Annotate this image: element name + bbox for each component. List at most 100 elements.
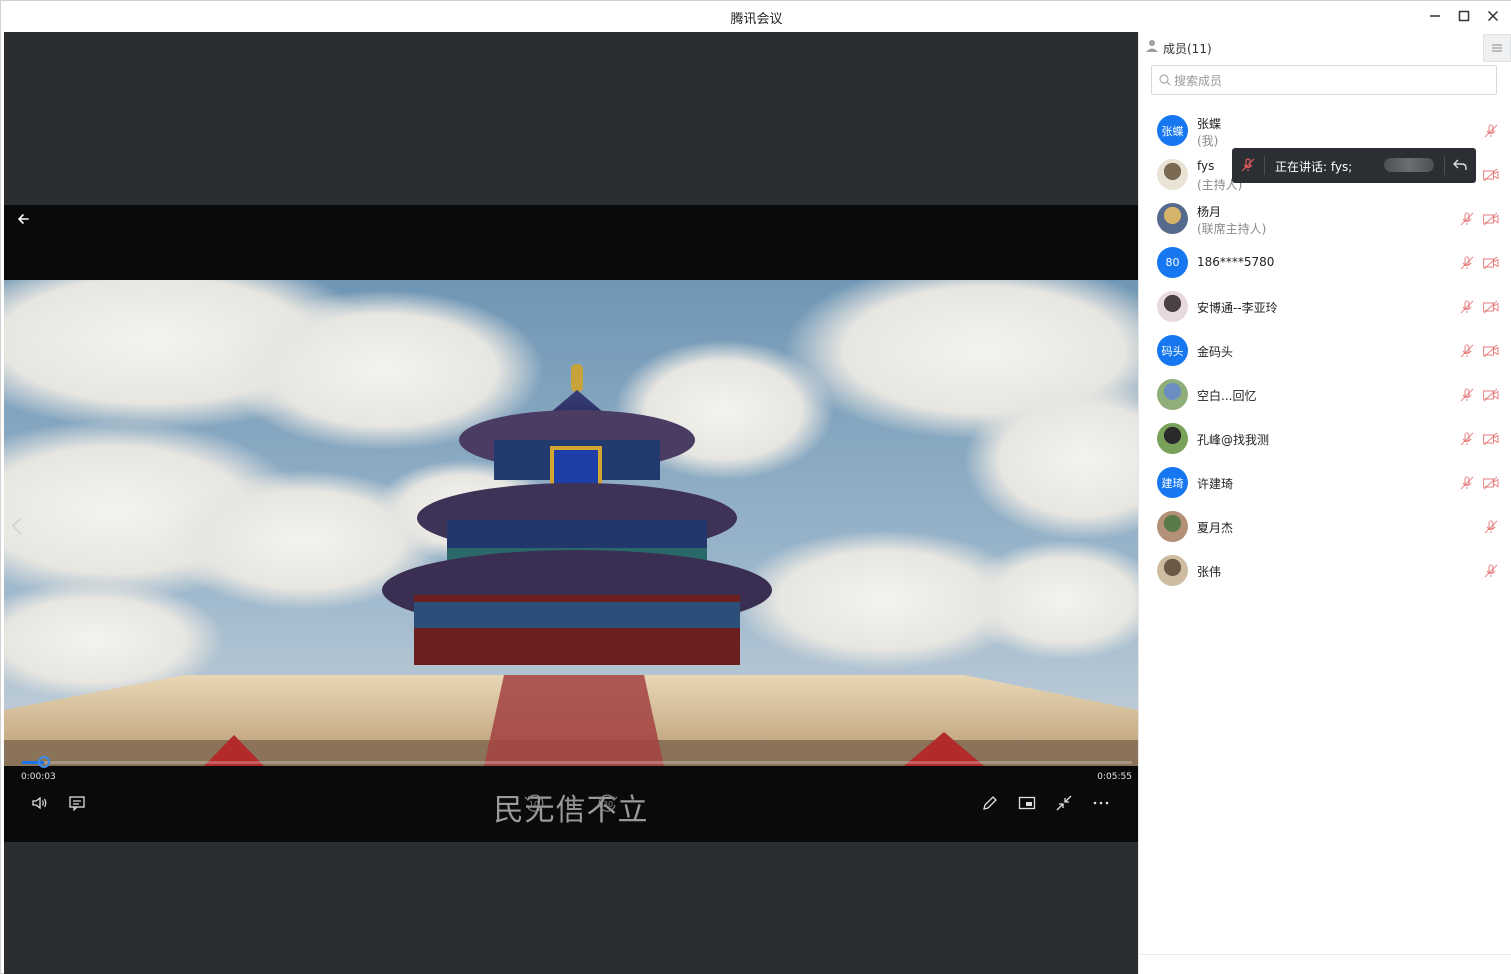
progress-track[interactable]: [22, 756, 1132, 768]
pen-icon: [983, 796, 997, 810]
member-role: (联席主持人): [1197, 222, 1267, 236]
avatar-photo: [1157, 511, 1188, 542]
player-controls-bar: 0:00:03 0:05:55 民无信不立 10 30: [4, 756, 1138, 842]
search-icon: [1159, 74, 1171, 86]
exit-fullscreen-button[interactable]: [1052, 791, 1076, 815]
rewind-10-button[interactable]: 10: [522, 791, 546, 815]
mic-muted-icon[interactable]: [1459, 211, 1475, 227]
mic-muted-icon[interactable]: [1483, 123, 1499, 139]
camera-off-icon[interactable]: [1482, 211, 1500, 227]
maximize-button[interactable]: [1451, 5, 1477, 27]
camera-off-icon[interactable]: [1482, 299, 1500, 315]
mic-muted-icon[interactable]: [1483, 519, 1499, 535]
shared-screen-area: 0:00:03 0:05:55 民无信不立 10 30: [4, 32, 1138, 974]
exit-fullscreen-icon: [1056, 795, 1072, 811]
more-icon: [1093, 801, 1109, 805]
mic-muted-icon[interactable]: [1459, 431, 1475, 447]
current-time: 0:00:03: [21, 772, 56, 782]
member-name: 许建琦: [1197, 477, 1234, 491]
member-name: 夏月杰: [1197, 521, 1234, 535]
member-row[interactable]: 建琦 许建琦: [1139, 463, 1511, 503]
menu-icon: [1492, 44, 1502, 52]
member-row[interactable]: 杨月 (联席主持人): [1139, 199, 1511, 239]
progress-knob[interactable]: [37, 756, 50, 768]
member-row[interactable]: 80 186****5780: [1139, 243, 1511, 283]
mic-muted-icon[interactable]: [1459, 387, 1475, 403]
more-button[interactable]: [1089, 791, 1113, 815]
meeting-window: 腾讯会议 0:00:03 0:05:55 民无信不立 10 30 成员(11) …: [0, 0, 1511, 974]
forward-30-button[interactable]: 30: [596, 791, 620, 815]
camera-off-icon[interactable]: [1482, 343, 1500, 359]
player-top-bar: [4, 205, 1138, 280]
subtitles-icon: [69, 796, 85, 811]
member-name: 金码头: [1197, 345, 1234, 359]
member-name: 张蝶: [1197, 117, 1222, 131]
annotate-button[interactable]: [978, 791, 1002, 815]
rewind-10-label: 10: [529, 800, 539, 809]
panel-menu-button[interactable]: [1483, 34, 1511, 62]
camera-off-icon[interactable]: [1482, 167, 1500, 183]
mic-muted-icon[interactable]: [1483, 563, 1499, 579]
mic-muted-icon[interactable]: [1459, 299, 1475, 315]
panel-footer-divider: [1139, 954, 1511, 955]
avatar: 建琦: [1157, 467, 1188, 498]
member-name: 张伟: [1197, 565, 1222, 579]
minimize-button[interactable]: [1422, 5, 1448, 27]
reply-icon[interactable]: [1452, 157, 1468, 173]
person-icon: [1146, 40, 1158, 52]
subtitles-button[interactable]: [65, 791, 89, 815]
volume-icon: [32, 796, 47, 810]
member-row[interactable]: 张蝶 张蝶 (我): [1139, 111, 1511, 151]
mic-muted-icon: [1241, 158, 1255, 172]
member-role: (我): [1197, 134, 1219, 148]
mic-muted-icon[interactable]: [1459, 475, 1475, 491]
rewind-10-icon: 10: [524, 794, 544, 812]
speaking-indicator: 正在讲话: fys;: [1232, 148, 1476, 183]
speaking-blur-decoration: [1384, 158, 1434, 172]
member-row[interactable]: 张伟: [1139, 551, 1511, 591]
volume-button[interactable]: [28, 791, 52, 815]
avatar-photo: [1157, 423, 1188, 454]
camera-off-icon[interactable]: [1482, 387, 1500, 403]
member-search-input[interactable]: [1174, 71, 1484, 91]
back-button[interactable]: [14, 209, 34, 229]
member-row[interactable]: 安博通--李亚玲: [1139, 287, 1511, 327]
speaking-divider-right: [1444, 156, 1445, 175]
avatar: 80: [1157, 247, 1188, 278]
members-panel: 成员(11) 张蝶张蝶(我)fys(主持人)杨月(联席主持人)80186****…: [1138, 32, 1511, 974]
member-row[interactable]: 空白...回忆: [1139, 375, 1511, 415]
speaking-text: 正在讲话: fys;: [1275, 160, 1353, 174]
pause-icon: [567, 797, 575, 809]
title-bar: 腾讯会议: [1, 1, 1511, 32]
camera-off-icon[interactable]: [1482, 255, 1500, 271]
member-name: fys: [1197, 159, 1215, 173]
temple-of-heaven-image: [4, 280, 1138, 766]
window-title: 腾讯会议: [730, 12, 783, 27]
close-button[interactable]: [1480, 5, 1506, 27]
avatar: 张蝶: [1157, 115, 1188, 146]
back-arrow-icon: [17, 214, 29, 224]
member-search: [1151, 65, 1497, 95]
mic-muted-icon[interactable]: [1459, 255, 1475, 271]
member-name: 杨月: [1197, 205, 1222, 219]
picture-in-picture-icon: [1018, 796, 1036, 810]
pause-button[interactable]: [559, 791, 583, 815]
member-count: 成员(11): [1163, 42, 1212, 56]
total-time: 0:05:55: [1097, 772, 1132, 782]
member-row[interactable]: 孔峰@找我测: [1139, 419, 1511, 459]
camera-off-icon[interactable]: [1482, 431, 1500, 447]
member-name: 空白...回忆: [1197, 389, 1257, 403]
camera-off-icon[interactable]: [1482, 475, 1500, 491]
member-row[interactable]: 夏月杰: [1139, 507, 1511, 547]
previous-arrow[interactable]: [8, 515, 26, 537]
picture-in-picture-button[interactable]: [1015, 791, 1039, 815]
member-name: 186****5780: [1197, 255, 1275, 269]
close-icon: [1487, 10, 1499, 22]
avatar-photo: [1157, 555, 1188, 586]
mic-muted-icon[interactable]: [1459, 343, 1475, 359]
avatar-photo: [1157, 203, 1188, 234]
avatar-photo: [1157, 159, 1188, 190]
avatar-photo: [1157, 291, 1188, 322]
member-row[interactable]: 码头 金码头: [1139, 331, 1511, 371]
member-name: 安博通--李亚玲: [1197, 301, 1278, 315]
